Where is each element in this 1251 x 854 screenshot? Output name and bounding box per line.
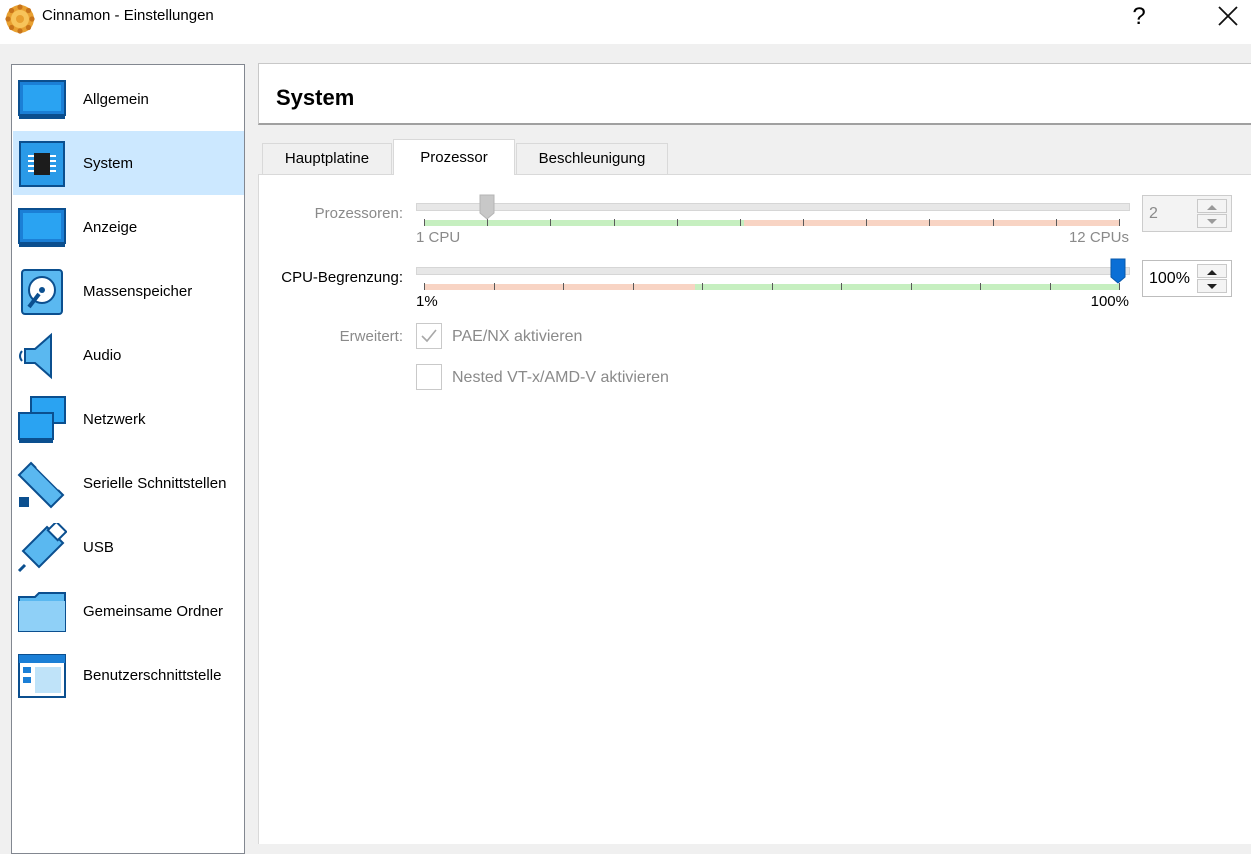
processors-increment-button[interactable] (1197, 199, 1227, 213)
cpu-limit-slider-track[interactable] (416, 267, 1130, 275)
sidebar-item-label: Allgemein (83, 91, 149, 108)
scale-tick (550, 219, 552, 226)
cpu-limit-slider-handle[interactable] (1110, 258, 1126, 284)
scale-tick (1119, 219, 1120, 226)
pae-nx-checkbox[interactable] (416, 323, 442, 349)
cpu-limit-increment-button[interactable] (1197, 264, 1227, 278)
processors-decrement-button[interactable] (1197, 214, 1227, 228)
sidebar-item-label: Benutzerschnittstelle (83, 667, 222, 684)
scale-tick (563, 283, 564, 290)
sidebar-item-usb[interactable]: USB (13, 515, 244, 579)
window-title: Cinnamon - Einstellungen (42, 7, 214, 24)
cpu-limit-slider-scale (424, 283, 1120, 290)
scale-tick (702, 283, 703, 290)
extended-label: Erweitert: (339, 328, 403, 345)
sidebar-item-audio[interactable]: Audio (13, 323, 244, 387)
scale-band (424, 284, 696, 290)
settings-sidebar: Allgemein System Anzeige Massenspeicher … (11, 64, 245, 854)
sidebar-item-label: Anzeige (83, 219, 138, 236)
display-icon (18, 208, 66, 247)
virtualbox-app-icon (5, 4, 35, 34)
page-title: System (276, 85, 355, 110)
sidebar-item-system[interactable]: System (13, 131, 244, 195)
scale-tick (1049, 283, 1051, 290)
scale-tick (1055, 219, 1057, 226)
help-button[interactable]: ? (1122, 0, 1156, 36)
system-chip-icon (19, 141, 65, 187)
usb-icon (17, 523, 67, 573)
scale-tick (929, 219, 931, 226)
nested-vtx-checkbox[interactable] (416, 364, 442, 390)
scale-tick (910, 283, 912, 290)
sidebar-item-label: Massenspeicher (83, 283, 193, 300)
scale-tick (739, 219, 741, 226)
sidebar-item-label: Gemeinsame Ordner (83, 603, 224, 620)
scale-tick (632, 283, 634, 290)
sidebar-item-gemeinsame-ordner[interactable]: Gemeinsame Ordner (13, 579, 244, 643)
serial-port-icon (17, 461, 65, 509)
scale-band (695, 284, 1120, 290)
cpu-limit-max-label: 100% (1090, 293, 1129, 310)
scale-tick (1119, 283, 1120, 290)
processors-slider-track[interactable] (416, 203, 1130, 211)
processors-value: 2 (1149, 205, 1158, 222)
page-header: System (258, 63, 1251, 125)
processors-spinbox[interactable]: 2 (1142, 195, 1232, 232)
cpu-limit-spinbox[interactable]: 100% (1142, 260, 1232, 297)
cpu-limit-min-label: 1% (416, 293, 438, 310)
sidebar-item-anzeige[interactable]: Anzeige (13, 195, 244, 259)
sidebar-item-netzwerk[interactable]: Netzwerk (13, 387, 244, 451)
sidebar-item-serielle-schnittstellen[interactable]: Serielle Schnittstellen (13, 451, 244, 515)
arrow-up-icon (1207, 205, 1217, 210)
tab-beschleunigung[interactable]: Beschleunigung (516, 143, 668, 174)
scale-tick (424, 283, 425, 290)
processors-slider-handle[interactable] (479, 194, 495, 220)
tab-prozessor[interactable]: Prozessor (393, 139, 515, 175)
pae-nx-label: PAE/NX aktivieren (452, 328, 583, 345)
title-bar: Cinnamon - Einstellungen ? (0, 0, 1251, 44)
scale-tick (803, 219, 805, 226)
user-interface-icon (18, 654, 66, 698)
scale-band (424, 220, 745, 226)
sidebar-item-label: USB (83, 539, 114, 556)
scale-tick (771, 283, 773, 290)
scale-tick (866, 219, 868, 226)
close-icon (1218, 6, 1238, 26)
sidebar-item-allgemein[interactable]: Allgemein (13, 67, 244, 131)
processors-label: Prozessoren: (314, 205, 403, 222)
general-icon (18, 80, 66, 119)
arrow-up-icon (1207, 270, 1217, 275)
checkmark-icon (421, 329, 437, 343)
scale-band (744, 220, 1120, 226)
scale-tick (676, 219, 678, 226)
sidebar-item-benutzerschnittstelle[interactable]: Benutzerschnittstelle (13, 643, 244, 707)
sidebar-item-label: Netzwerk (83, 411, 146, 428)
network-icon (18, 396, 66, 443)
scale-tick (613, 219, 615, 226)
shared-folder-icon (18, 592, 66, 632)
close-button[interactable] (1208, 0, 1248, 36)
processors-max-label: 12 CPUs (1068, 229, 1129, 246)
scale-tick (487, 219, 489, 226)
cpu-limit-value: 100% (1149, 270, 1190, 287)
tab-hauptplatine[interactable]: Hauptplatine (262, 143, 392, 174)
scale-tick (992, 219, 994, 226)
storage-icon (21, 269, 63, 315)
arrow-down-icon (1207, 219, 1217, 224)
cpu-limit-label: CPU-Begrenzung: (281, 269, 403, 286)
sidebar-item-label: Audio (83, 347, 122, 364)
sidebar-item-label: System (83, 155, 134, 172)
processors-min-label: 1 CPU (416, 229, 461, 246)
nested-vtx-label: Nested VT-x/AMD-V aktivieren (452, 369, 669, 386)
sidebar-item-label: Serielle Schnittstellen (83, 475, 227, 492)
scale-tick (493, 283, 495, 290)
scale-tick (424, 219, 425, 226)
scale-tick (980, 283, 981, 290)
audio-speaker-icon (19, 332, 52, 380)
processors-slider-scale (424, 219, 1120, 226)
cpu-limit-decrement-button[interactable] (1197, 279, 1227, 293)
arrow-down-icon (1207, 284, 1217, 289)
sidebar-item-massenspeicher[interactable]: Massenspeicher (13, 259, 244, 323)
scale-tick (841, 283, 842, 290)
